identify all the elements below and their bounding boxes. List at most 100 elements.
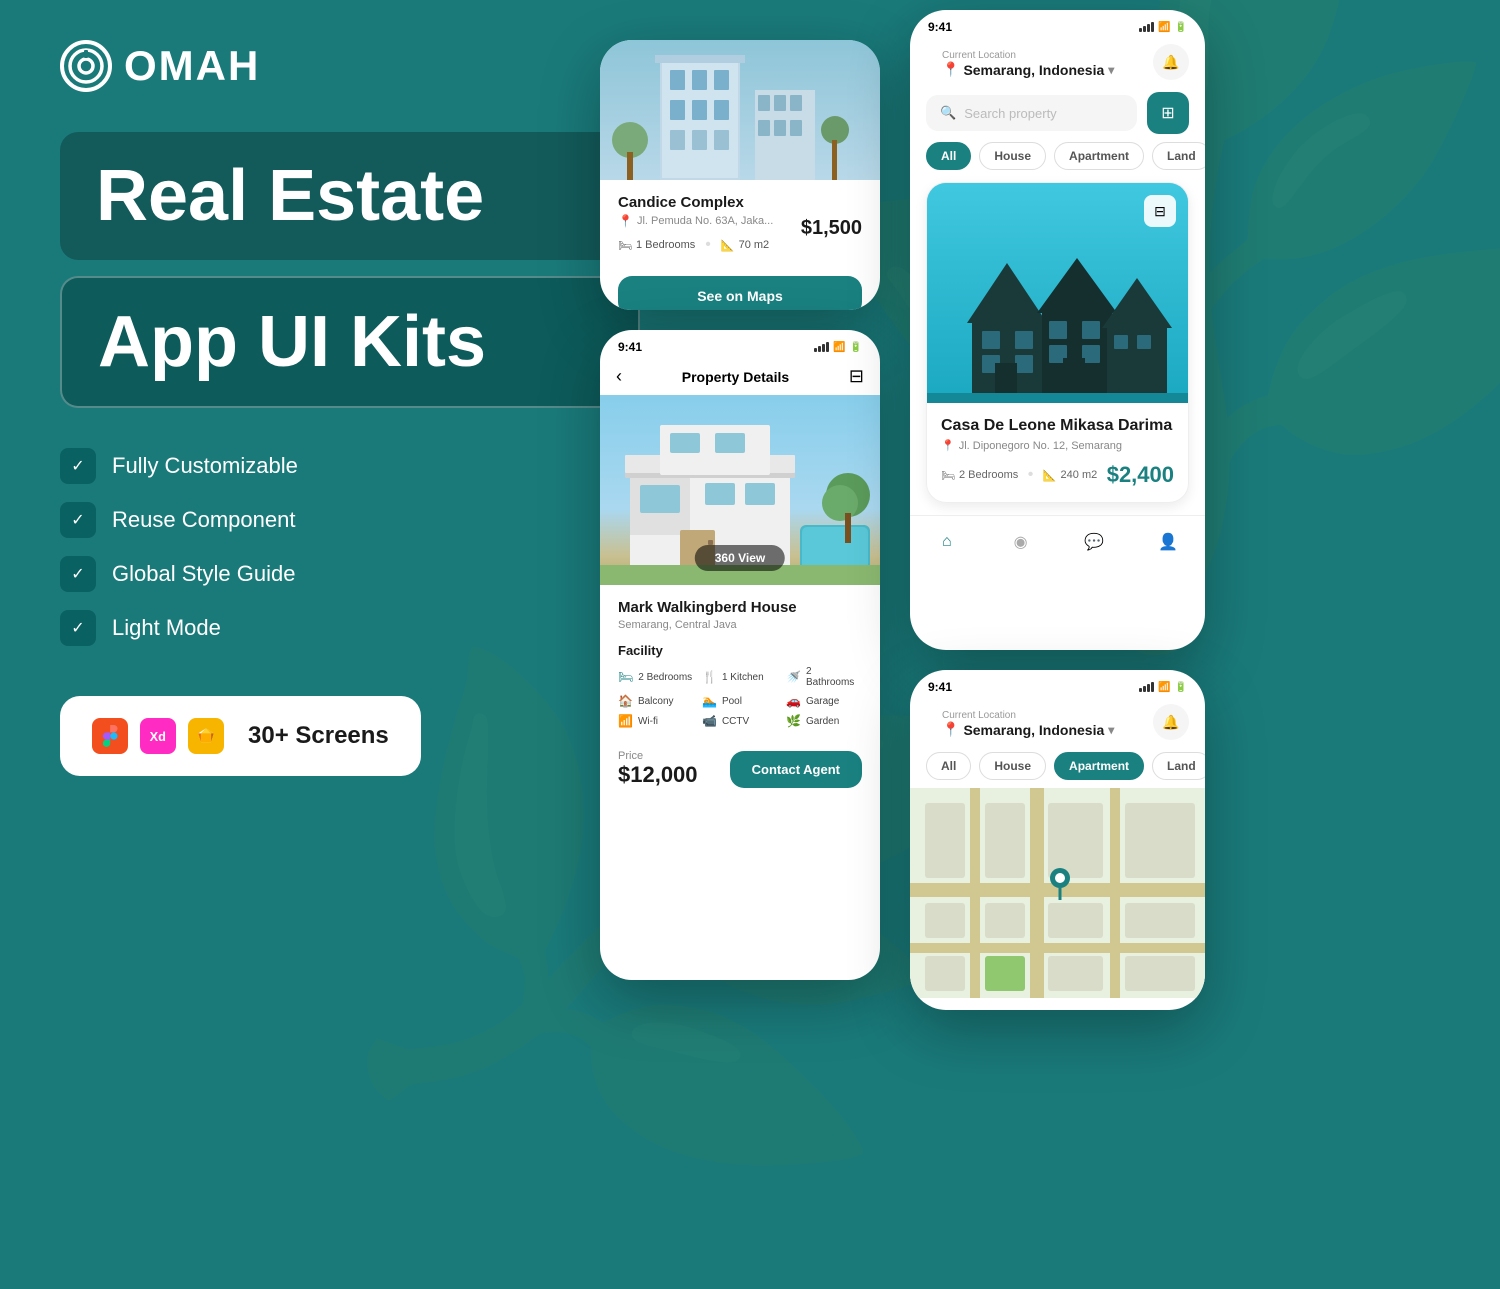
- notification-bell-icon[interactable]: 🔔: [1153, 44, 1189, 80]
- feature-item-reuse: ✓ Reuse Component: [60, 502, 640, 538]
- featured-property-card: ⊟ Casa De Leone Mikasa Darima 📍 Jl. Dipo…: [926, 182, 1189, 503]
- phone-map: 9:41 📶 🔋 Current Location 📍: [910, 670, 1205, 1010]
- card-save-button[interactable]: ⊟: [1144, 195, 1176, 227]
- price-label: Price: [618, 750, 698, 762]
- listing-price: $1,500: [773, 217, 862, 240]
- search-bar: 🔍 Search property ⊞: [910, 92, 1205, 134]
- loc-value: 📍 Semarang, Indonesia ▾: [942, 61, 1114, 78]
- nav-home-icon[interactable]: ⌂: [933, 528, 961, 556]
- screens-count: 30+ Screens: [248, 722, 389, 750]
- map-status-time: 9:41: [928, 680, 952, 694]
- tool-icons: Xd: [92, 718, 224, 754]
- nav-chat-icon[interactable]: 💬: [1080, 528, 1108, 556]
- feature-item-light: ✓ Light Mode: [60, 610, 640, 646]
- property-title: Mark Walkingberd House: [618, 599, 862, 616]
- search-status-icons: 📶 🔋: [1139, 22, 1187, 33]
- card-bedrooms: 🛏2 Bedrooms: [941, 469, 1018, 482]
- map-filter-tabs: All House Apartment Land: [910, 752, 1205, 780]
- back-button[interactable]: ‹: [616, 366, 622, 387]
- facility-wifi: 📶Wi-fi: [618, 714, 694, 728]
- search-status-bar: 9:41 📶 🔋: [910, 10, 1205, 38]
- property-location: Semarang, Central Java: [618, 619, 862, 631]
- hero-line-1: Real Estate: [96, 160, 604, 232]
- search-input[interactable]: 🔍 Search property: [926, 95, 1137, 131]
- facility-kitchen: 🍴1 Kitchen: [702, 666, 778, 688]
- map-area: [910, 788, 1205, 998]
- map-tab-apartment[interactable]: Apartment: [1054, 752, 1144, 780]
- map-tab-all[interactable]: All: [926, 752, 971, 780]
- property-image: 360 View: [600, 395, 880, 585]
- price-value: $12,000: [618, 762, 698, 788]
- filter-tab-land[interactable]: Land: [1152, 142, 1205, 170]
- search-placeholder: Search property: [964, 106, 1057, 121]
- map-status-bar: 9:41 📶 🔋: [910, 670, 1205, 698]
- status-time: 9:41: [618, 340, 642, 354]
- facility-garden: 🌿Garden: [786, 714, 862, 728]
- card-body: Casa De Leone Mikasa Darima 📍 Jl. Dipone…: [927, 403, 1188, 502]
- facility-pool: 🏊Pool: [702, 694, 778, 708]
- phone-header: ‹ Property Details ⊟: [600, 358, 880, 395]
- check-icon: ✓: [60, 610, 96, 646]
- feature-item-style: ✓ Global Style Guide: [60, 556, 640, 592]
- listing-name: Candice Complex: [618, 194, 773, 211]
- logo-icon: [60, 40, 112, 92]
- search-bottom-nav: ⌂ ◉ 💬 👤: [910, 515, 1205, 566]
- check-icon: ✓: [60, 502, 96, 538]
- card-area: 📐240 m2: [1043, 469, 1097, 482]
- filter-tab-apartment[interactable]: Apartment: [1054, 142, 1144, 170]
- feature-label-reuse: Reuse Component: [112, 507, 295, 533]
- listing-image: [600, 40, 880, 180]
- map-tab-land[interactable]: Land: [1152, 752, 1205, 780]
- page-title: Property Details: [682, 369, 789, 385]
- feature-label-customizable: Fully Customizable: [112, 453, 298, 479]
- check-icon: ✓: [60, 556, 96, 592]
- map-bell-icon[interactable]: 🔔: [1153, 704, 1189, 740]
- logo: OMAH: [60, 40, 640, 92]
- phones-container: Candice Complex 📍 Jl. Pemuda No. 63A, Ja…: [600, 0, 1500, 1000]
- listing-address: 📍 Jl. Pemuda No. 63A, Jaka...: [618, 214, 773, 228]
- sketch-icon: [188, 718, 224, 754]
- filter-tabs: All House Apartment Land: [910, 142, 1205, 170]
- contact-agent-button[interactable]: Contact Agent: [730, 751, 862, 788]
- filter-button[interactable]: ⊞: [1147, 92, 1189, 134]
- phone-details: 9:41 📶 🔋 ‹ Property Details ⊟: [600, 330, 880, 980]
- map-location: Current Location 📍 Semarang, Indonesia ▾: [926, 704, 1130, 744]
- nav-user-icon[interactable]: 👤: [1154, 528, 1182, 556]
- hero-line-2: App UI Kits: [98, 306, 602, 378]
- svg-text:Xd: Xd: [150, 729, 166, 744]
- feature-list: ✓ Fully Customizable ✓ Reuse Component ✓…: [60, 448, 640, 646]
- filter-tab-house[interactable]: House: [979, 142, 1046, 170]
- map-header: Current Location 📍 Semarang, Indonesia ▾…: [910, 698, 1205, 744]
- status-icons: 📶 🔋: [814, 342, 862, 353]
- card-meta: 🛏2 Bedrooms • 📐240 m2 $2,400: [941, 462, 1174, 488]
- status-bar: 9:41 📶 🔋: [600, 330, 880, 358]
- current-location: Current Location 📍 Semarang, Indonesia ▾: [926, 44, 1130, 84]
- facility-title: Facility: [618, 643, 862, 658]
- center-phone-column: Candice Complex 📍 Jl. Pemuda No. 63A, Ja…: [600, 40, 880, 980]
- view-360-button[interactable]: 360 View: [695, 545, 785, 571]
- xd-icon: Xd: [140, 718, 176, 754]
- right-phone-column: 9:41 📶 🔋 Current Location 📍: [910, 10, 1205, 1010]
- card-price: $2,400: [1107, 462, 1174, 488]
- filter-tab-all[interactable]: All: [926, 142, 971, 170]
- tool-badge: Xd 30+ Screens: [60, 696, 421, 776]
- listing-info: Candice Complex 📍 Jl. Pemuda No. 63A, Ja…: [600, 180, 880, 276]
- map-tab-house[interactable]: House: [979, 752, 1046, 780]
- listing-area: 📐70 m2: [721, 239, 769, 252]
- search-status-time: 9:41: [928, 20, 952, 34]
- search-icon: 🔍: [940, 105, 956, 121]
- check-icon: ✓: [60, 448, 96, 484]
- price-row: Price $12,000 Contact Agent: [618, 740, 862, 792]
- search-header: Current Location 📍 Semarang, Indonesia ▾…: [910, 38, 1205, 84]
- facility-grid: 🛏2 Bedrooms 🍴1 Kitchen 🚿2 Bathrooms 🏠Bal…: [618, 666, 862, 728]
- listing-bedrooms: 🛏1 Bedrooms: [618, 239, 695, 252]
- map-loc-value: 📍 Semarang, Indonesia ▾: [942, 721, 1114, 738]
- card-property-name: Casa De Leone Mikasa Darima: [941, 417, 1174, 435]
- see-maps-button[interactable]: See on Maps: [618, 276, 862, 310]
- logo-text: OMAH: [124, 42, 260, 90]
- loc-label: Current Location: [942, 50, 1114, 61]
- save-icon[interactable]: ⊟: [849, 366, 864, 387]
- nav-compass-icon[interactable]: ◉: [1007, 528, 1035, 556]
- map-loc-label: Current Location: [942, 710, 1114, 721]
- feature-label-style: Global Style Guide: [112, 561, 295, 587]
